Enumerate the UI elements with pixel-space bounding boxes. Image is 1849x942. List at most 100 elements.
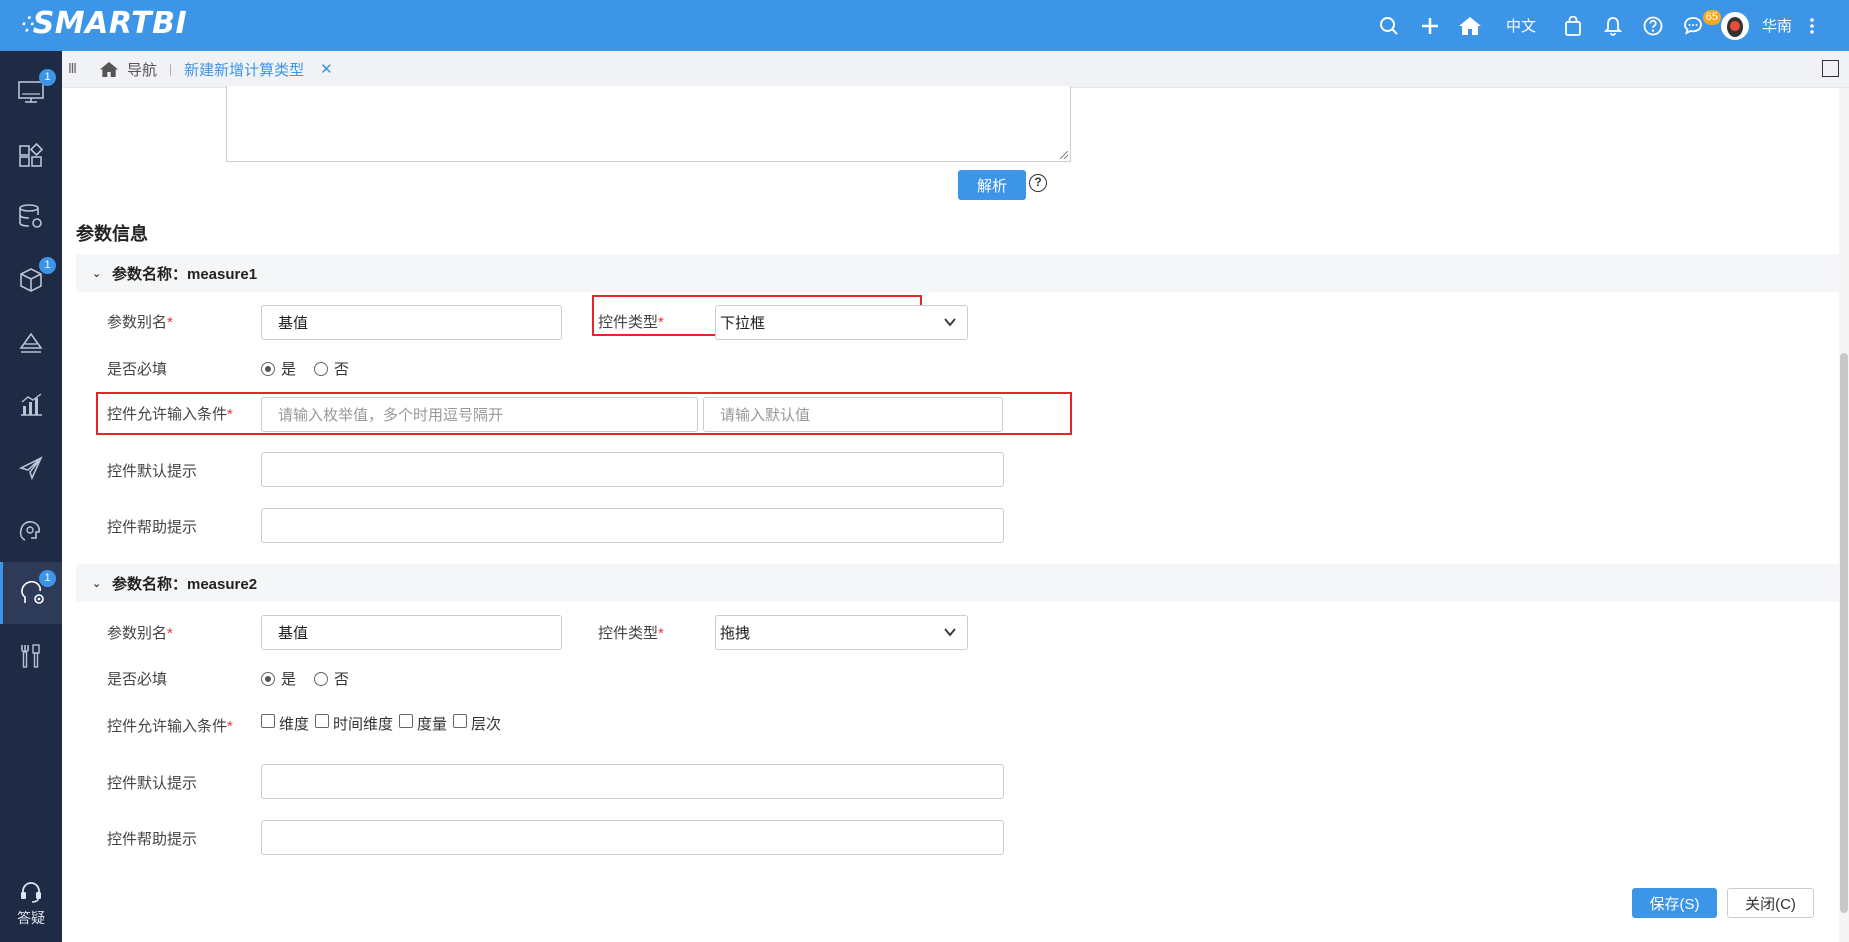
help-icon[interactable] <box>1633 0 1673 51</box>
enum-values-input[interactable]: 请输入枚举值，多个时用逗号隔开 <box>261 397 698 432</box>
default-hint-label: 控件默认提示 <box>107 463 198 480</box>
save-button[interactable]: 保存(S) <box>1632 888 1717 918</box>
required-yes-radio[interactable] <box>261 361 275 376</box>
sidebar-item-data-source[interactable] <box>0 186 62 248</box>
param-group-header-1[interactable]: ⌄ 参数名称：measure1 <box>76 254 1839 292</box>
tab-active[interactable]: 新建新增计算类型 <box>184 59 304 80</box>
help-hint-input[interactable] <box>261 820 1004 855</box>
add-icon[interactable] <box>1409 0 1451 51</box>
default-hint-input[interactable] <box>261 452 1004 487</box>
checkbox-dimension[interactable]: 维度 <box>261 713 309 734</box>
default-value-input[interactable]: 请输入默认值 <box>703 397 1003 432</box>
required-no-radio[interactable] <box>314 361 329 376</box>
help-hint-input[interactable] <box>261 508 1004 543</box>
condition-checkbox-group: 维度 时间维度 度量 层次 <box>261 713 507 734</box>
tab-bar: Ⅲ 导航 | 新建新增计算类型 ✕ <box>62 51 1849 88</box>
sidebar-item-analysis[interactable] <box>0 312 62 374</box>
condition-label: 控件允许输入条件* <box>107 406 233 423</box>
sidebar-item-publish[interactable] <box>0 437 62 499</box>
required-label: 是否必填 <box>107 671 168 688</box>
user-avatar[interactable] <box>1713 0 1757 51</box>
alias-label: 参数别名* <box>107 314 173 331</box>
message-icon[interactable]: 65 <box>1673 0 1721 51</box>
sidebar: 1 1 1 答疑 <box>0 51 62 942</box>
sidebar-item-custom-calc[interactable]: 1 <box>0 562 62 624</box>
avatar <box>1721 11 1749 40</box>
checkbox-measure[interactable]: 度量 <box>399 713 447 734</box>
chevron-down-icon: ⌄ <box>92 577 102 590</box>
user-name[interactable]: 华南 <box>1757 0 1797 51</box>
param-group-header-2[interactable]: ⌄ 参数名称：measure2 <box>76 564 1839 602</box>
tab-grip-icon[interactable]: Ⅲ <box>68 61 77 77</box>
chevron-down-icon <box>944 318 956 327</box>
checkbox-box[interactable] <box>453 713 468 728</box>
condition-label: 控件允许输入条件* <box>107 718 233 735</box>
chevron-down-icon: ⌄ <box>92 267 102 280</box>
checkbox-time-dimension[interactable]: 时间维度 <box>315 713 393 734</box>
resize-grip-icon[interactable] <box>1060 151 1068 159</box>
alias-input[interactable]: 基值 <box>261 305 562 340</box>
sidebar-item-chart[interactable] <box>0 374 62 436</box>
database-settings-icon <box>19 204 42 228</box>
brain-icon <box>19 521 40 541</box>
tab-separator: | <box>168 62 173 76</box>
radio-no-label: 否 <box>334 361 350 378</box>
sidebar-item-monitor[interactable]: 1 <box>0 61 62 123</box>
layers-icon <box>19 332 43 353</box>
alias-label: 参数别名* <box>107 625 173 642</box>
tab-close-icon[interactable]: ✕ <box>320 60 333 78</box>
language-switch[interactable]: 中文 <box>1489 0 1553 51</box>
checkbox-hierarchy[interactable]: 层次 <box>453 713 501 734</box>
sidebar-item-widgets[interactable] <box>0 124 62 186</box>
main-content: 解析 ? 参数信息 ⌄ 参数名称：measure1 参数别名* 基值 控件类型*… <box>62 86 1849 942</box>
headset-icon <box>21 882 41 903</box>
more-menu-icon[interactable] <box>1797 0 1827 51</box>
maximize-icon[interactable] <box>1822 60 1839 77</box>
help-hint-label: 控件帮助提示 <box>107 519 198 536</box>
sidebar-item-tools[interactable] <box>0 625 62 687</box>
parse-button[interactable]: 解析 <box>958 170 1026 200</box>
scrollbar-thumb[interactable] <box>1840 353 1848 913</box>
checkbox-box[interactable] <box>315 713 330 728</box>
bag-icon[interactable] <box>1553 0 1593 51</box>
checkbox-box[interactable] <box>261 713 275 728</box>
model-badge: 1 <box>39 257 56 274</box>
control-type-label: 控件类型* <box>598 625 664 642</box>
control-type-value: 下拉框 <box>720 315 766 332</box>
checkbox-box[interactable] <box>399 713 414 728</box>
sidebar-item-ai[interactable] <box>0 500 62 562</box>
chevron-down-icon <box>944 628 956 637</box>
close-button[interactable]: 关闭(C) <box>1727 888 1814 918</box>
tools-icon <box>21 644 40 668</box>
bell-icon[interactable] <box>1593 0 1633 51</box>
sidebar-help[interactable]: 答疑 <box>0 880 62 928</box>
home-icon[interactable] <box>1451 0 1489 51</box>
sidebar-item-model[interactable]: 1 <box>0 249 62 311</box>
param-group-title: 参数名称：measure1 <box>112 265 258 283</box>
default-hint-input[interactable] <box>261 764 1004 799</box>
search-icon[interactable] <box>1369 0 1409 51</box>
tab-nav-label: 导航 <box>126 61 157 79</box>
required-yes-radio[interactable] <box>261 671 275 686</box>
alias-input[interactable]: 基值 <box>261 615 562 650</box>
help-hint-label: 控件帮助提示 <box>107 831 198 848</box>
app-logo[interactable]: ⁛SMARTBI <box>22 6 187 41</box>
monitor-badge: 1 <box>39 69 56 86</box>
default-hint-label: 控件默认提示 <box>107 775 198 792</box>
control-type-label: 控件类型* <box>598 314 664 331</box>
control-type-select[interactable]: 下拉框 <box>715 305 968 340</box>
control-type-value: 拖拽 <box>720 625 751 642</box>
paper-plane-icon <box>18 456 43 481</box>
home-icon <box>99 61 119 77</box>
section-title: 参数信息 <box>76 224 148 244</box>
required-no-radio[interactable] <box>314 671 329 686</box>
param-group-title: 参数名称：measure2 <box>112 575 258 593</box>
control-type-select[interactable]: 拖拽 <box>715 615 968 650</box>
bar-chart-icon <box>21 393 42 416</box>
parse-help-icon[interactable]: ? <box>1029 174 1047 192</box>
expression-textarea[interactable] <box>226 86 1071 162</box>
required-label: 是否必填 <box>107 361 168 378</box>
vertical-scrollbar[interactable] <box>1839 88 1849 942</box>
tab-navigation[interactable]: 导航 <box>99 59 157 80</box>
custom-calc-badge: 1 <box>39 570 56 587</box>
